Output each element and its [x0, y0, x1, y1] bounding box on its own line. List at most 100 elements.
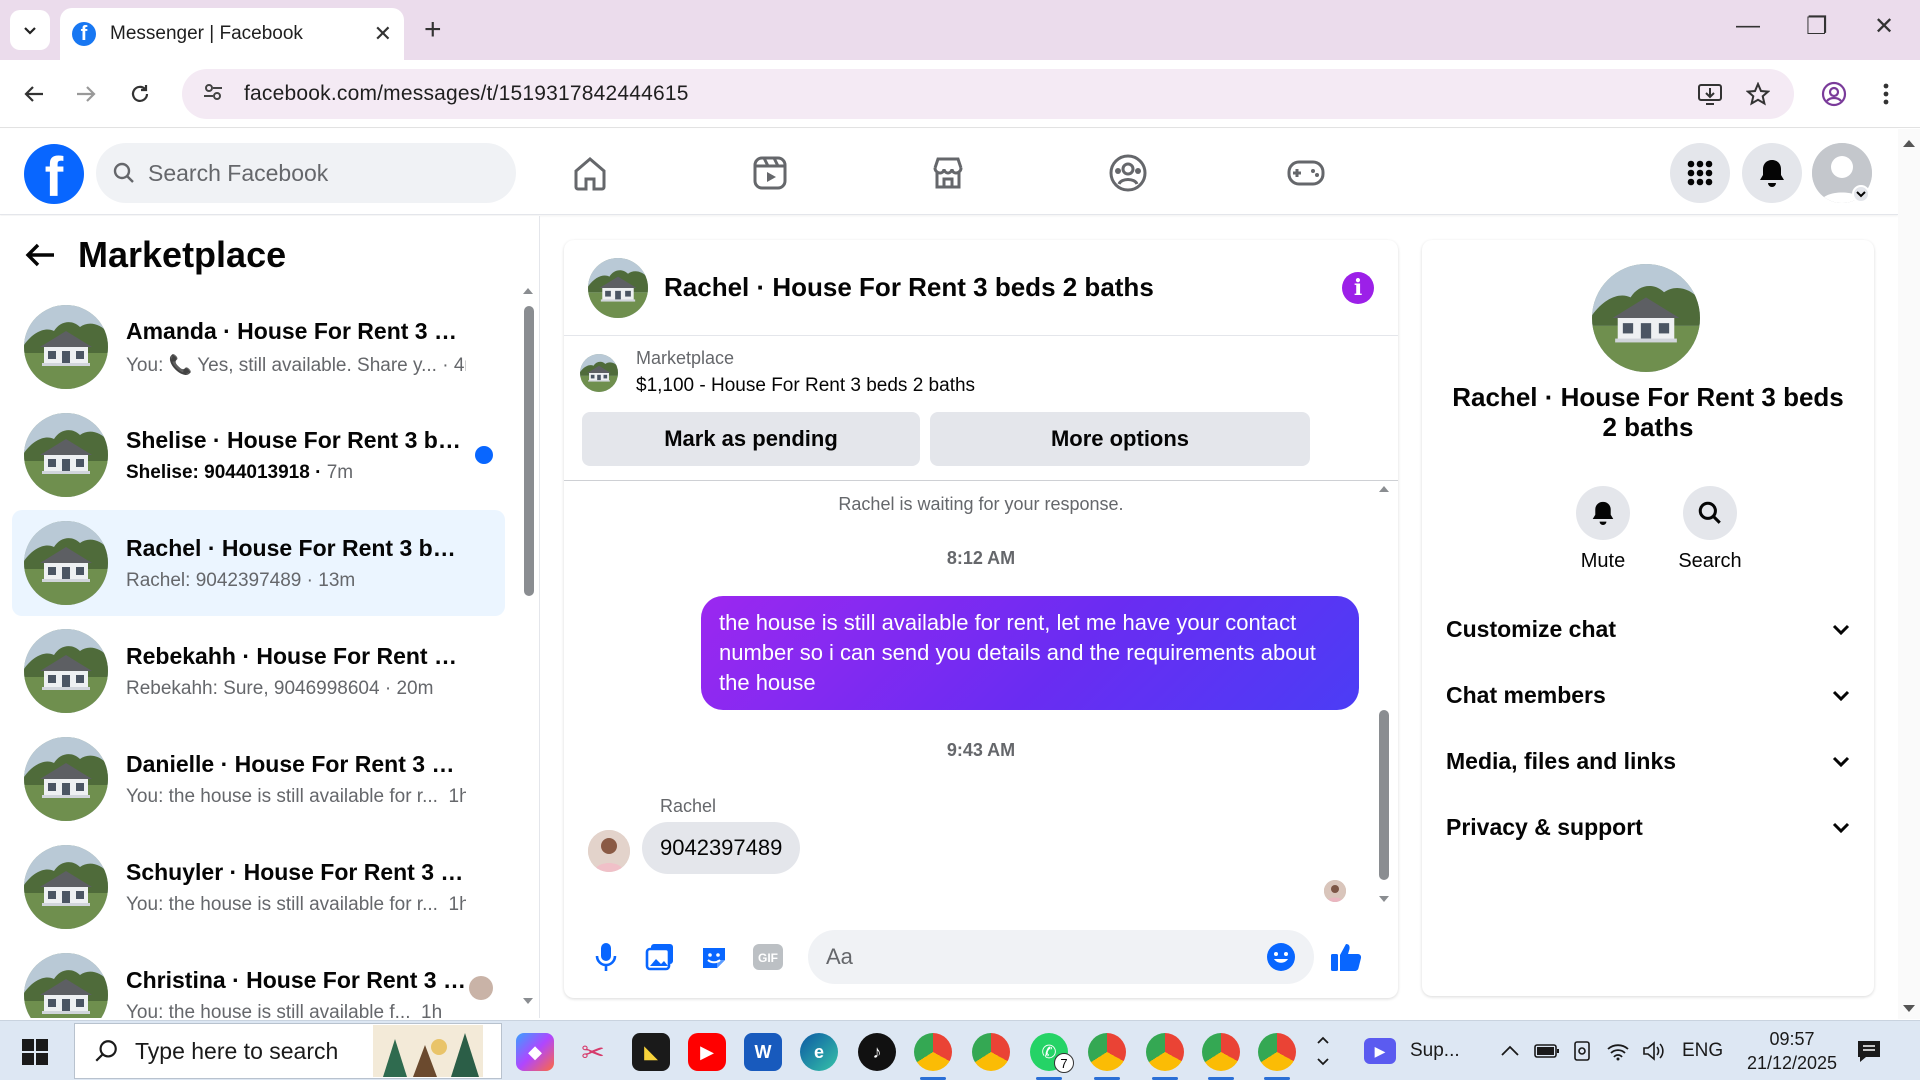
conversation-item[interactable]: Schuyler · House For Rent 3 bed... You: … — [12, 834, 505, 940]
bookmark-star-icon[interactable] — [1738, 74, 1778, 114]
scroll-up-icon[interactable] — [1898, 137, 1920, 149]
page-scrollbar[interactable] — [1898, 129, 1920, 1019]
address-bar[interactable]: facebook.com/messages/t/1519317842444615 — [182, 69, 1794, 119]
running-app[interactable]: ▶ Sup... — [1364, 1021, 1460, 1080]
search-in-chat-button[interactable]: Search — [1665, 486, 1755, 573]
copilot-icon[interactable]: ◆ — [516, 1033, 554, 1071]
chrome-profile-icon[interactable] — [1088, 1033, 1126, 1071]
conversation-scrollbar[interactable] — [521, 286, 535, 1006]
mark-as-pending-button[interactable]: Mark as pending — [582, 412, 920, 466]
youtube-icon[interactable]: ▶ — [688, 1033, 726, 1071]
notifications-bell-icon[interactable] — [1742, 143, 1802, 203]
sender-avatar[interactable] — [588, 830, 630, 872]
conversation-item[interactable]: Rebekahh · House For Rent 3 be... Rebeka… — [12, 618, 505, 724]
chat-members-section[interactable]: Chat members — [1446, 682, 1850, 709]
tab-close-icon[interactable]: ✕ — [374, 21, 392, 47]
sticker-icon[interactable] — [694, 937, 734, 977]
gif-icon[interactable]: GIF — [748, 937, 788, 977]
microphone-icon[interactable] — [586, 937, 626, 977]
marketplace-header: Marketplace — [24, 234, 286, 276]
photo-icon[interactable] — [640, 937, 680, 977]
conversation-item-active[interactable]: Rachel · House For Rent 3 beds ... Rache… — [12, 510, 505, 616]
wifi-icon[interactable] — [1606, 1021, 1630, 1080]
restore-icon[interactable]: ❐ — [1806, 12, 1828, 41]
section-label: Media, files and links — [1446, 748, 1677, 774]
scroll-down-icon[interactable] — [1898, 1003, 1920, 1015]
minimize-icon[interactable]: — — [1736, 12, 1760, 40]
sticky-notes-icon[interactable]: ◣ — [632, 1033, 670, 1071]
menu-grid-icon[interactable] — [1670, 143, 1730, 203]
scrollbar-thumb[interactable] — [1379, 710, 1389, 880]
conversation-item[interactable]: Amanda · House For Rent 3 bed... You: 📞 … — [12, 294, 505, 400]
notification-center-icon[interactable] — [1856, 1021, 1882, 1080]
listing-summary[interactable]: Marketplace $1,100 - House For Rent 3 be… — [580, 348, 975, 397]
windows-start-icon[interactable] — [22, 1039, 48, 1065]
info-icon[interactable]: i — [1342, 271, 1374, 304]
tab-title: Messenger | Facebook — [110, 23, 303, 44]
tab-search-button[interactable] — [10, 10, 50, 50]
install-app-icon[interactable] — [1690, 74, 1730, 114]
chat-title[interactable]: Rachel · House For Rent 3 beds 2 baths — [664, 272, 1342, 303]
incoming-message[interactable]: 9042397489 — [642, 822, 801, 874]
browser-menu-icon[interactable] — [1866, 74, 1906, 114]
privacy-support-section[interactable]: Privacy & support — [1446, 814, 1850, 841]
account-chevron-icon[interactable] — [1852, 185, 1870, 203]
volume-icon[interactable] — [1642, 1021, 1666, 1080]
language-indicator[interactable]: ENG — [1682, 1021, 1723, 1080]
browser-tab-messenger[interactable]: f Messenger | Facebook ✕ — [60, 8, 404, 60]
chrome-profile-icon[interactable] — [914, 1033, 952, 1071]
marketplace-icon[interactable] — [924, 151, 972, 195]
window-close-icon[interactable]: ✕ — [1874, 12, 1894, 41]
conversation-item[interactable]: Shelise · House For Rent 3 bed... Shelis… — [12, 402, 505, 508]
message-input[interactable]: Aa — [808, 930, 1314, 984]
reload-icon[interactable] — [120, 74, 160, 114]
forward-icon[interactable] — [66, 74, 106, 114]
emoji-icon[interactable] — [1266, 942, 1296, 972]
taskbar-search-input[interactable]: Type here to search — [74, 1023, 502, 1079]
system-clock[interactable]: 09:57 21/12/2025 — [1732, 1027, 1852, 1075]
conversation-item[interactable]: Danielle · House For Rent 3 bed... You: … — [12, 726, 505, 832]
conversation-item[interactable]: Christina · House For Rent 3 b... You: t… — [12, 942, 505, 1018]
info-listing-thumbnail[interactable] — [1592, 264, 1700, 372]
back-icon[interactable] — [14, 74, 54, 114]
facebook-logo[interactable]: f — [24, 144, 84, 204]
gaming-icon[interactable] — [1282, 151, 1330, 195]
battery-icon[interactable] — [1534, 1021, 1560, 1080]
meet-now-icon[interactable] — [1572, 1021, 1592, 1080]
tiktok-icon[interactable]: ♪ — [858, 1033, 896, 1071]
thumbs-up-icon[interactable] — [1326, 937, 1366, 977]
search-icon — [95, 1040, 117, 1062]
scroll-up-icon[interactable] — [521, 286, 535, 296]
new-tab-button[interactable]: + — [424, 14, 442, 46]
chrome-icon[interactable] — [972, 1033, 1010, 1071]
scroll-down-icon[interactable] — [1377, 894, 1391, 904]
show-hidden-icons-icon[interactable] — [1500, 1021, 1520, 1080]
chrome-profile-icon[interactable] — [1202, 1033, 1240, 1071]
unread-dot — [475, 446, 493, 464]
snipping-app-icon[interactable]: ✂ — [574, 1033, 612, 1071]
word-icon[interactable]: W — [744, 1033, 782, 1071]
outgoing-message[interactable]: the house is still available for rent, l… — [701, 596, 1359, 710]
profile-icon[interactable] — [1814, 74, 1854, 114]
conversation-time: 1h — [448, 893, 467, 915]
site-settings-icon[interactable] — [202, 81, 230, 108]
media-files-links-section[interactable]: Media, files and links — [1446, 748, 1850, 775]
back-arrow-icon[interactable] — [24, 241, 56, 269]
home-icon[interactable] — [566, 151, 614, 195]
scroll-down-icon[interactable] — [521, 996, 535, 1006]
groups-icon[interactable] — [1104, 151, 1152, 195]
more-options-button[interactable]: More options — [930, 412, 1310, 466]
facebook-search-input[interactable]: Search Facebook — [96, 143, 516, 203]
customize-chat-section[interactable]: Customize chat — [1446, 616, 1850, 643]
info-title: Rachel · House For Rent 3 beds 2 baths — [1452, 382, 1844, 442]
taskbar-overflow-icon[interactable] — [1316, 1021, 1330, 1080]
chrome-profile-icon[interactable] — [1146, 1033, 1184, 1071]
edge-icon[interactable]: e — [800, 1033, 838, 1071]
mute-button[interactable]: Mute — [1558, 486, 1648, 573]
chat-listing-thumbnail[interactable] — [588, 257, 648, 318]
scrollbar-thumb[interactable] — [524, 306, 534, 596]
scroll-up-icon[interactable] — [1377, 484, 1391, 494]
chat-scrollbar[interactable] — [1376, 484, 1392, 904]
chrome-profile-icon[interactable] — [1258, 1033, 1296, 1071]
video-icon[interactable] — [746, 151, 794, 195]
